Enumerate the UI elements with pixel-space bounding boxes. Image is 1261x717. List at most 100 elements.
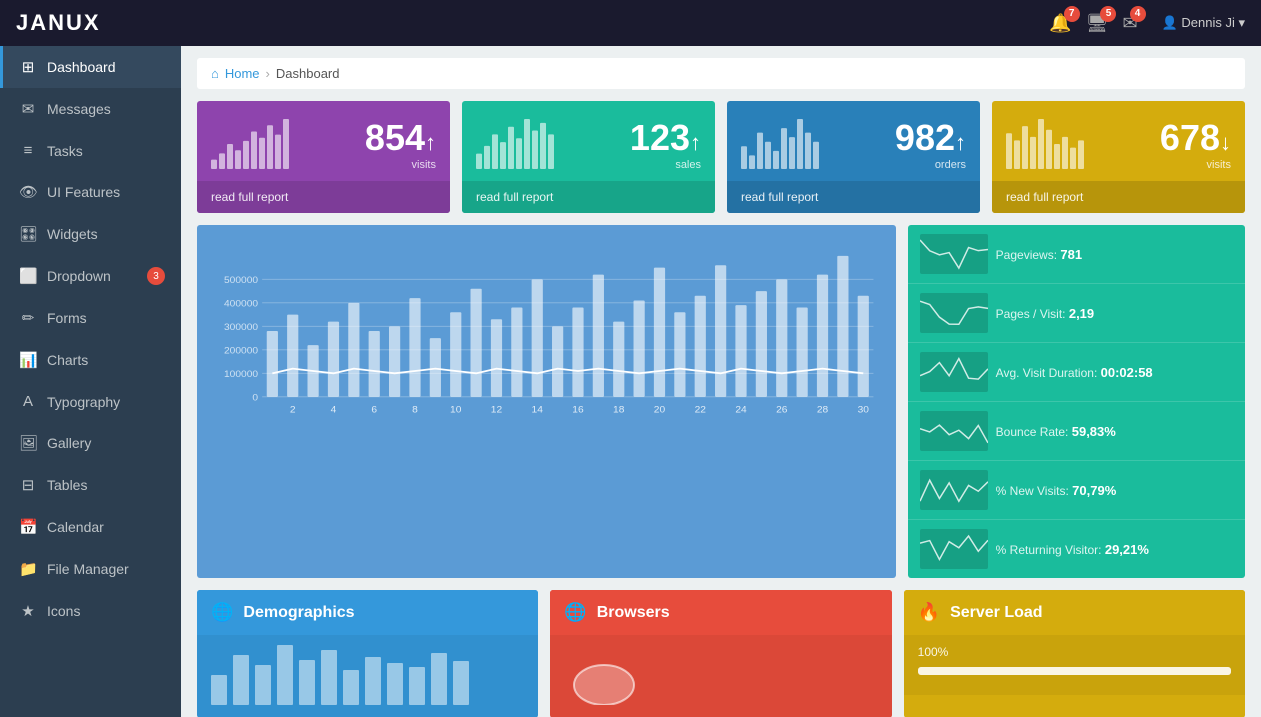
- stat-label: sales: [630, 159, 701, 171]
- sidebar-item-typography[interactable]: A Typography: [0, 381, 181, 422]
- sidebar-icon: ⊟: [19, 476, 37, 494]
- svg-text:500000: 500000: [224, 275, 258, 285]
- sidebar-icon: 📊: [19, 351, 37, 369]
- svg-text:300000: 300000: [224, 322, 258, 332]
- sidebar-icon: 🎛: [19, 225, 37, 243]
- sidebar-icon: ✏: [19, 309, 37, 327]
- mini-bar-chart: [476, 119, 556, 169]
- sidebar-item-icons[interactable]: ★ Icons: [0, 590, 181, 632]
- sparkline-3: [920, 411, 988, 451]
- notifications-screen[interactable]: 🖥 5: [1086, 13, 1109, 34]
- username: Dennis Ji: [1181, 15, 1234, 30]
- sidebar: ⊞ Dashboard ✉ Messages ≡ Tasks 👁 UI Feat…: [0, 46, 181, 717]
- svg-text:2: 2: [290, 405, 296, 415]
- bottom-card-body-1: [550, 635, 891, 717]
- sparkline-1: [920, 293, 988, 333]
- stat-card-footer[interactable]: read full report: [727, 181, 980, 213]
- sidebar-label: Tables: [47, 477, 87, 493]
- svg-text:100000: 100000: [224, 369, 258, 379]
- bottom-card-title-2: Server Load: [950, 604, 1042, 622]
- mail-badge: 4: [1130, 6, 1146, 22]
- user-icon: 👤: [1162, 15, 1178, 30]
- sidebar-icon: ⊞: [19, 58, 37, 76]
- stats-row-0: Pageviews: 781: [908, 225, 1245, 284]
- sparkline-2: [920, 352, 988, 392]
- svg-text:6: 6: [371, 405, 377, 415]
- sidebar-icon: ✉: [19, 100, 37, 118]
- notifications-bell[interactable]: 🔔 7: [1049, 13, 1071, 34]
- stat-number: 123↑: [630, 117, 701, 159]
- stats-row-1: Pages / Visit: 2,19: [908, 284, 1245, 343]
- bottom-card-title-0: Demographics: [243, 604, 354, 622]
- sidebar-icon: ≡: [19, 142, 37, 159]
- stat-card-footer[interactable]: read full report: [992, 181, 1245, 213]
- svg-text:8: 8: [412, 405, 418, 415]
- server-load-label: 100%: [918, 645, 1231, 659]
- sidebar-item-tables[interactable]: ⊟ Tables: [0, 464, 181, 506]
- bottom-card-icon-0: 🌐: [211, 602, 233, 623]
- sidebar-item-gallery[interactable]: 🖼 Gallery: [0, 422, 181, 464]
- stats-row-2: Avg. Visit Duration: 00:02:58: [908, 343, 1245, 402]
- svg-text:30: 30: [858, 405, 869, 415]
- stats-label: Pages / Visit:: [996, 307, 1066, 321]
- notifications-mail[interactable]: ✉ 4: [1122, 13, 1137, 34]
- stats-info-2: Avg. Visit Duration: 00:02:58: [996, 365, 1233, 380]
- stats-value: 2,19: [1069, 306, 1094, 321]
- sidebar-label: File Manager: [47, 561, 129, 577]
- svg-text:22: 22: [695, 405, 706, 415]
- browser-chart: [564, 645, 644, 705]
- sidebar-label: UI Features: [47, 184, 120, 200]
- stats-info-5: % Returning Visitor: 29,21%: [996, 542, 1233, 557]
- sidebar-label: Gallery: [47, 435, 91, 451]
- stat-card-footer[interactable]: read full report: [197, 181, 450, 213]
- svg-text:24: 24: [735, 405, 747, 415]
- bar-chart-card: 0100000200000300000400000500000246810121…: [197, 225, 896, 578]
- sidebar-icon: ⬜: [19, 267, 37, 285]
- bottom-cards-row: 🌐 Demographics 🌐 Browsers 🔥 Server Load …: [197, 590, 1245, 717]
- progress-bar-fill: [918, 667, 1231, 675]
- sidebar-item-dropdown[interactable]: ⬜ Dropdown 3: [0, 255, 181, 297]
- user-menu[interactable]: 👤 Dennis Ji ▾: [1162, 15, 1245, 31]
- bottom-card-icon-1: 🌐: [564, 602, 586, 623]
- svg-text:12: 12: [491, 405, 502, 415]
- chevron-down-icon: ▾: [1238, 15, 1245, 30]
- sparkline-5: [920, 529, 988, 569]
- bottom-card-title-1: Browsers: [597, 604, 670, 622]
- sidebar-item-widgets[interactable]: 🎛 Widgets: [0, 213, 181, 255]
- sidebar-label: Tasks: [47, 143, 83, 159]
- bottom-card-0: 🌐 Demographics: [197, 590, 538, 717]
- sidebar-item-dashboard[interactable]: ⊞ Dashboard: [0, 46, 181, 88]
- sidebar-icon: A: [19, 393, 37, 410]
- mini-bar-chart: [741, 119, 821, 169]
- bottom-card-header-1: 🌐 Browsers: [550, 590, 891, 635]
- bottom-card-icon-2: 🔥: [918, 602, 940, 623]
- sidebar-label: Charts: [47, 352, 88, 368]
- charts-row: 0100000200000300000400000500000246810121…: [197, 225, 1245, 578]
- sidebar-item-calendar[interactable]: 📅 Calendar: [0, 506, 181, 548]
- stat-trend: ↑: [425, 130, 436, 155]
- stats-label: Pageviews:: [996, 248, 1057, 262]
- bell-badge: 7: [1064, 6, 1080, 22]
- sidebar-label: Widgets: [47, 226, 98, 242]
- breadcrumb-home[interactable]: Home: [225, 66, 260, 81]
- sidebar-item-charts[interactable]: 📊 Charts: [0, 339, 181, 381]
- svg-text:10: 10: [450, 405, 461, 415]
- sparkline-4: [920, 470, 988, 510]
- svg-text:200000: 200000: [224, 346, 258, 356]
- bottom-card-1: 🌐 Browsers: [550, 590, 891, 717]
- bottom-card-body-2: 100%: [904, 635, 1245, 695]
- sidebar-item-file-manager[interactable]: 📁 File Manager: [0, 548, 181, 590]
- sidebar-badge: 3: [147, 267, 165, 285]
- stat-card-footer[interactable]: read full report: [462, 181, 715, 213]
- sidebar-item-messages[interactable]: ✉ Messages: [0, 88, 181, 130]
- sidebar-item-forms[interactable]: ✏ Forms: [0, 297, 181, 339]
- breadcrumb-current: Dashboard: [276, 66, 340, 81]
- sidebar-item-tasks[interactable]: ≡ Tasks: [0, 130, 181, 171]
- stats-row-4: % New Visits: 70,79%: [908, 461, 1245, 520]
- sidebar-item-ui-features[interactable]: 👁 UI Features: [0, 171, 181, 213]
- bottom-card-2: 🔥 Server Load 100%: [904, 590, 1245, 717]
- stats-info-0: Pageviews: 781: [996, 247, 1233, 262]
- stat-label: orders: [895, 159, 966, 171]
- sidebar-icon: 📁: [19, 560, 37, 578]
- sidebar-label: Icons: [47, 603, 80, 619]
